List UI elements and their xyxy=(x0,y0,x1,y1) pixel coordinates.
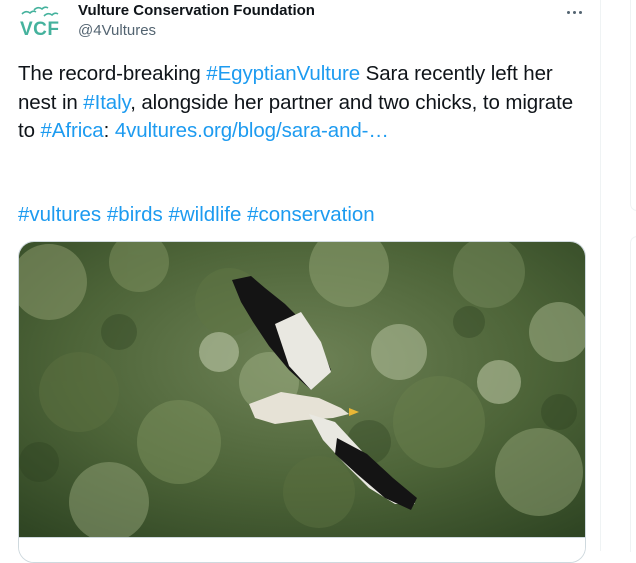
more-options-button[interactable] xyxy=(560,2,588,22)
tweet-card[interactable]: VCF Vulture Conservation Foundation @4Vu… xyxy=(0,0,601,563)
right-sidebar-card xyxy=(630,236,636,552)
hashtag-birds-link[interactable]: #birds xyxy=(107,203,163,226)
avatar[interactable]: VCF xyxy=(18,4,68,42)
vulture-photo-image xyxy=(19,242,585,542)
media-photo[interactable] xyxy=(18,241,586,563)
hashtag-italy-link[interactable]: #Italy xyxy=(83,91,130,114)
tweet-text: The record-breaking #EgyptianVulture Sar… xyxy=(18,60,588,146)
author-handle[interactable]: @4Vultures xyxy=(78,22,156,39)
hashtag-line: #vultures #birds #wildlife #conservation xyxy=(18,201,588,229)
flying-birds-logo-icon xyxy=(21,6,59,17)
tweet-text-part: : xyxy=(103,119,115,142)
hashtag-vultures-link[interactable]: #vultures xyxy=(18,203,101,226)
blog-url-link[interactable]: 4vultures.org/blog/sara-and-… xyxy=(115,119,389,142)
tweet-text-part: The record-breaking xyxy=(18,62,207,85)
hashtag-conservation-link[interactable]: #conservation xyxy=(247,203,375,226)
avatar-logo-text: VCF xyxy=(20,19,60,40)
hashtag-egyptianvulture-link[interactable]: #EgyptianVulture xyxy=(206,62,360,85)
media-footer xyxy=(19,537,585,562)
hashtag-africa-link[interactable]: #Africa xyxy=(41,119,104,142)
hashtag-wildlife-link[interactable]: #wildlife xyxy=(168,203,241,226)
author-name[interactable]: Vulture Conservation Foundation xyxy=(78,2,315,19)
right-sidebar-card xyxy=(630,0,636,211)
